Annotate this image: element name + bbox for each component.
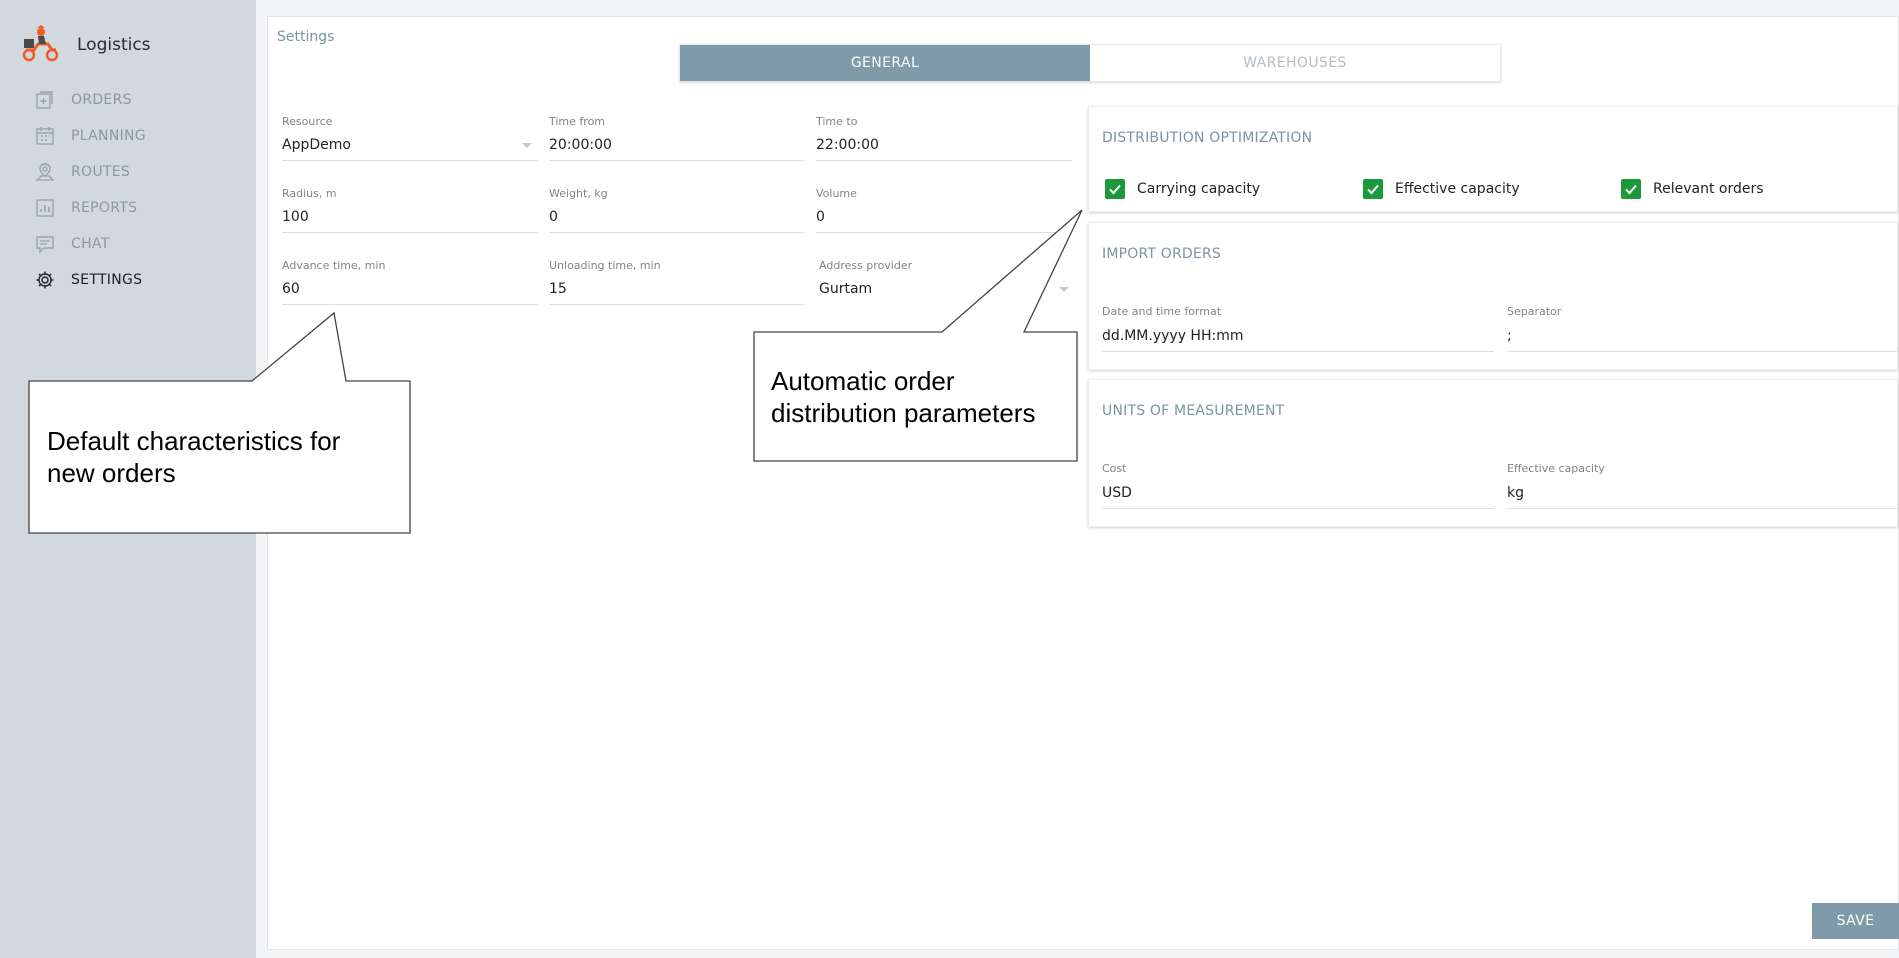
check-icon xyxy=(1621,179,1641,199)
time-from-input[interactable]: 20:00:00 xyxy=(549,135,805,161)
resource-select[interactable]: AppDemo xyxy=(282,135,538,161)
effective-capacity-field: Effective capacity kg xyxy=(1507,462,1899,509)
sidebar-item-orders[interactable]: ORDERS xyxy=(0,82,256,118)
field-label: Date and time format xyxy=(1102,305,1222,318)
sidebar-item-chat[interactable]: CHAT xyxy=(0,226,256,262)
courier-logo-icon xyxy=(20,24,60,66)
address-provider-field: Address provider Gurtam xyxy=(819,259,1075,305)
sidebar-item-label: PLANNING xyxy=(71,128,146,144)
effective-capacity-input[interactable]: kg xyxy=(1507,483,1899,509)
sidebar-item-label: ROUTES xyxy=(71,164,131,180)
advance-time-field: Advance time, min 60 xyxy=(282,259,538,305)
check-icon xyxy=(1363,179,1383,199)
calendar-icon xyxy=(34,125,56,147)
field-label: Advance time, min xyxy=(282,259,386,272)
field-label: Effective capacity xyxy=(1507,462,1605,475)
checkbox-label: Carrying capacity xyxy=(1137,181,1261,197)
address-provider-select[interactable]: Gurtam xyxy=(819,279,1075,305)
app-brand[interactable]: Logistics xyxy=(20,24,151,66)
checkbox-label: Relevant orders xyxy=(1653,181,1764,197)
cost-input[interactable]: USD xyxy=(1102,483,1494,509)
callout-left-text: Default characteristics for new orders xyxy=(47,426,341,488)
checkbox-label: Effective capacity xyxy=(1395,181,1520,197)
field-label: Separator xyxy=(1507,305,1562,318)
time-to-input[interactable]: 22:00:00 xyxy=(816,135,1072,161)
date-format-input[interactable]: dd.MM.yyyy HH:mm xyxy=(1102,326,1494,352)
separator-field: Separator ; xyxy=(1507,305,1899,352)
app-title: Logistics xyxy=(77,35,151,55)
sidebar-item-planning[interactable]: PLANNING xyxy=(0,118,256,154)
sidebar-item-label: ORDERS xyxy=(71,92,132,108)
unloading-time-input[interactable]: 15 xyxy=(549,279,805,305)
gear-icon xyxy=(34,269,56,291)
import-orders-card: IMPORT ORDERS Date and time format dd.MM… xyxy=(1088,222,1899,370)
units-card: UNITS OF MEASUREMENT Cost USD Effective … xyxy=(1088,379,1899,527)
date-format-field: Date and time format dd.MM.yyyy HH:mm xyxy=(1102,305,1494,352)
weight-field: Weight, kg 0 xyxy=(549,187,805,233)
radius-input[interactable]: 100 xyxy=(282,207,538,233)
route-pin-icon xyxy=(34,161,56,183)
chat-icon xyxy=(34,233,56,255)
callout-right-text: Automatic order distribution parameters xyxy=(771,366,1036,428)
sidebar-item-reports[interactable]: REPORTS xyxy=(0,190,256,226)
time-from-field: Time from 20:00:00 xyxy=(549,115,805,161)
field-label: Weight, kg xyxy=(549,187,608,200)
chart-icon xyxy=(34,197,56,219)
field-label: Resource xyxy=(282,115,333,128)
sidebar-nav: ORDERS PLANNING ROUTES REPORTS CHAT SETT… xyxy=(0,82,256,298)
volume-input[interactable]: 0 xyxy=(816,207,1072,233)
separator-input[interactable]: ; xyxy=(1507,326,1899,352)
field-label: Time to xyxy=(816,115,858,128)
settings-panel: Settings GENERAL WAREHOUSES Resource App… xyxy=(267,16,1899,950)
save-button[interactable]: SAVE xyxy=(1812,903,1899,939)
page-title: Settings xyxy=(277,29,335,45)
field-label: Time from xyxy=(549,115,606,128)
effective-capacity-checkbox[interactable]: Effective capacity xyxy=(1363,179,1520,199)
sidebar-item-settings[interactable]: SETTINGS xyxy=(0,262,256,298)
field-value: AppDemo xyxy=(282,137,351,153)
card-title: UNITS OF MEASUREMENT xyxy=(1102,403,1285,419)
field-label: Cost xyxy=(1102,462,1127,475)
orders-icon xyxy=(34,89,56,111)
settings-tabs: GENERAL WAREHOUSES xyxy=(679,44,1501,82)
relevant-orders-checkbox[interactable]: Relevant orders xyxy=(1621,179,1764,199)
time-to-field: Time to 22:00:00 xyxy=(816,115,1072,161)
sidebar-item-label: REPORTS xyxy=(71,200,138,216)
radius-field: Radius, m 100 xyxy=(282,187,538,233)
sidebar-item-label: SETTINGS xyxy=(71,272,143,288)
resource-field: Resource AppDemo xyxy=(282,115,538,161)
field-label: Radius, m xyxy=(282,187,337,200)
unloading-time-field: Unloading time, min 15 xyxy=(549,259,805,305)
field-label: Address provider xyxy=(819,259,913,272)
volume-field: Volume 0 xyxy=(816,187,1072,233)
weight-input[interactable]: 0 xyxy=(549,207,805,233)
advance-time-input[interactable]: 60 xyxy=(282,279,538,305)
card-title: DISTRIBUTION OPTIMIZATION xyxy=(1102,130,1313,146)
chevron-down-icon xyxy=(1059,287,1069,292)
check-icon xyxy=(1105,179,1125,199)
sidebar-item-routes[interactable]: ROUTES xyxy=(0,154,256,190)
distribution-optimization-card: DISTRIBUTION OPTIMIZATION Carrying capac… xyxy=(1088,106,1898,212)
cost-field: Cost USD xyxy=(1102,462,1494,509)
field-value: Gurtam xyxy=(819,281,873,297)
field-label: Unloading time, min xyxy=(549,259,661,272)
field-label: Volume xyxy=(816,187,857,200)
tab-general[interactable]: GENERAL xyxy=(680,45,1090,81)
carrying-capacity-checkbox[interactable]: Carrying capacity xyxy=(1105,179,1260,199)
tab-warehouses[interactable]: WAREHOUSES xyxy=(1090,45,1500,81)
chevron-down-icon xyxy=(522,143,532,148)
sidebar-item-label: CHAT xyxy=(71,236,110,252)
card-title: IMPORT ORDERS xyxy=(1102,246,1221,262)
